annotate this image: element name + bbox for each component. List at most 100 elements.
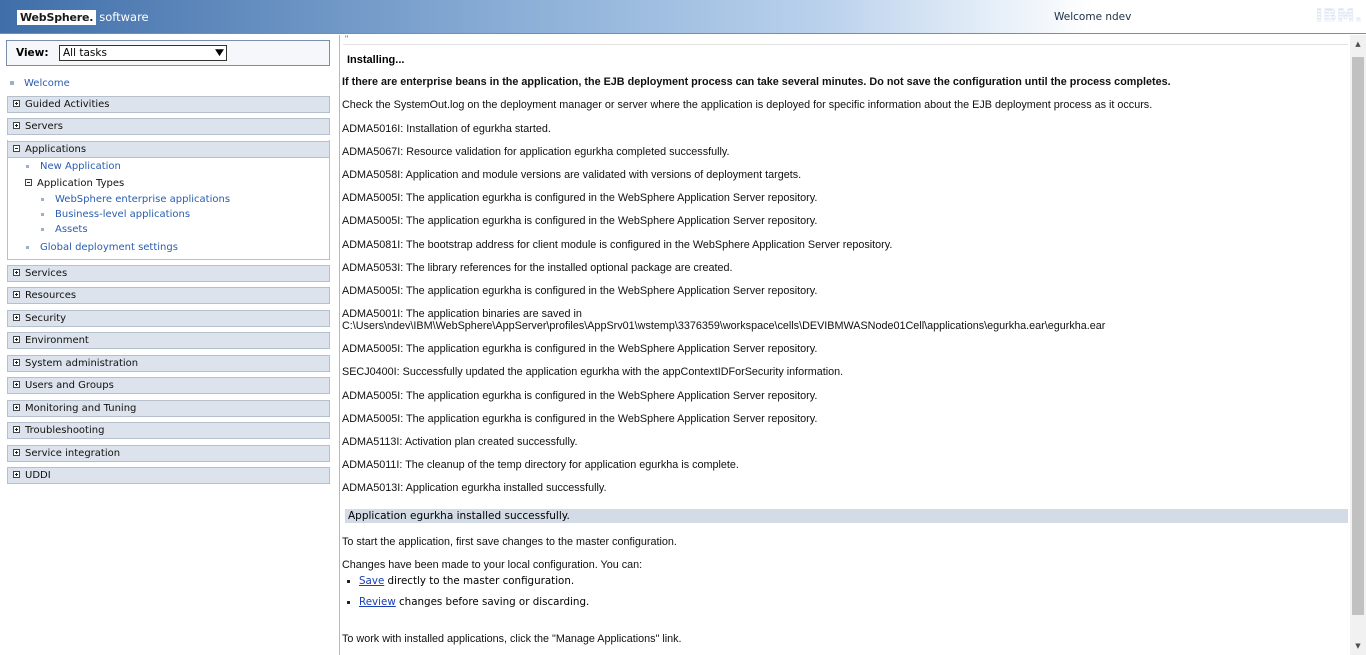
nav-group-application-types[interactable]: Application Types [25, 178, 124, 189]
nav-category-label: Monitoring and Tuning [25, 403, 137, 414]
log-message: ADMA5005I: The application egurkha is co… [342, 215, 818, 227]
expand-icon [13, 380, 20, 388]
log-message: ADMA5005I: The application egurkha is co… [342, 413, 818, 425]
review-link[interactable]: Review [359, 596, 396, 608]
review-option: Review changes before saving or discardi… [347, 596, 589, 608]
navigation-panel: View: All tasks ▼ Welcome Guided Activit… [0, 35, 340, 655]
log-message: ADMA5005I: The application egurkha is co… [342, 390, 818, 402]
expand-icon [13, 335, 20, 343]
divider [343, 44, 1348, 45]
nav-item-global-deployment-settings[interactable]: Global deployment settings [26, 242, 178, 253]
nav-category-label: UDDI [25, 470, 51, 481]
changes-notice: Changes have been made to your local con… [342, 559, 643, 571]
websphere-logo: WebSphere. software [17, 8, 149, 26]
vertical-scrollbar[interactable]: ▲ ▼ [1350, 35, 1366, 655]
expand-icon [13, 268, 20, 276]
nav-item-label: New Application [40, 161, 121, 172]
nav-category-troubleshooting[interactable]: Troubleshooting [7, 422, 330, 439]
ejb-warning: If there are enterprise beans in the app… [342, 76, 1171, 88]
content-pane: " Installing... If there are enterprise … [341, 35, 1350, 655]
nav-category-label: Services [25, 268, 68, 279]
ibm-logo: IBM. [1316, 6, 1363, 27]
bullet-icon [26, 164, 29, 168]
bullet-icon [26, 245, 29, 249]
nav-category-servers[interactable]: Servers [7, 118, 330, 135]
start-instructions: To start the application, first save cha… [342, 536, 677, 548]
install-success-banner: Application egurkha installed successful… [345, 509, 1348, 523]
top-tick: " [345, 35, 349, 44]
log-message: ADMA5067I: Resource validation for appli… [342, 146, 730, 158]
welcome-user-text: Welcome ndev [1054, 11, 1132, 23]
nav-category-label: Guided Activities [25, 99, 110, 110]
logo-brand: WebSphere. [17, 9, 97, 25]
save-option: Save directly to the master configuratio… [347, 575, 574, 587]
view-filter: View: All tasks ▼ [6, 40, 330, 66]
nav-item-label: WebSphere enterprise applications [55, 194, 231, 205]
nav-item-label: Global deployment settings [40, 242, 178, 253]
nav-category-label: Servers [25, 121, 64, 132]
nav-category-guided-activities[interactable]: Guided Activities [7, 96, 330, 113]
log-message: ADMA5016I: Installation of egurkha start… [342, 123, 551, 135]
log-message: ADMA5113I: Activation plan created succe… [342, 436, 578, 448]
nav-item-welcome-label: Welcome [24, 78, 70, 89]
chevron-down-icon: ▼ [215, 48, 225, 58]
nav-item-label: Assets [55, 224, 88, 235]
log-message-binaries: ADMA5001I: The application binaries are … [342, 308, 582, 320]
nav-item-welcome[interactable]: Welcome [10, 78, 70, 89]
nav-category-label: Troubleshooting [25, 425, 105, 436]
nav-item-label: Business-level applications [55, 209, 191, 220]
bullet-icon [41, 212, 44, 216]
nav-category-monitoring-and-tuning[interactable]: Monitoring and Tuning [7, 400, 330, 417]
nav-item-assets[interactable]: Assets [41, 224, 88, 235]
bullet-icon [347, 600, 350, 604]
nav-category-label: Resources [25, 290, 77, 301]
log-message: ADMA5005I: The application egurkha is co… [342, 285, 818, 297]
logo-product: software [99, 10, 149, 24]
nav-category-label: Environment [25, 335, 89, 346]
scroll-down-arrow-icon[interactable]: ▼ [1350, 637, 1366, 655]
review-option-text: changes before saving or discarding. [395, 596, 590, 608]
nav-item-websphere-enterprise-applications[interactable]: WebSphere enterprise applications [41, 194, 230, 205]
nav-item-business-level-applications[interactable]: Business-level applications [41, 209, 190, 220]
view-label: View: [16, 47, 49, 59]
nav-category-label: Security [25, 313, 67, 324]
save-link[interactable]: Save [359, 575, 384, 587]
applications-subtree: New Application Application Types WebSph… [7, 140, 330, 260]
expand-icon [13, 313, 20, 321]
binaries-path: C:\Users\ndev\IBM\WebSphere\AppServer\pr… [342, 320, 1106, 332]
collapse-icon [25, 178, 32, 186]
expand-icon [13, 290, 20, 298]
expand-icon [13, 425, 20, 433]
bullet-icon [10, 81, 14, 85]
help-link[interactable]: Help [1195, 11, 1219, 23]
installing-heading: Installing... [347, 54, 405, 66]
bullet-icon [347, 579, 350, 583]
expand-icon [13, 448, 20, 456]
view-select[interactable]: All tasks ▼ [59, 45, 227, 61]
log-message: ADMA5053I: The library references for th… [342, 262, 733, 274]
scrollbar-thumb[interactable] [1352, 57, 1364, 615]
scroll-up-arrow-icon[interactable]: ▲ [1350, 35, 1366, 53]
expand-icon [13, 470, 20, 478]
log-message: ADMA5005I: The application egurkha is co… [342, 343, 818, 355]
expand-icon [13, 99, 20, 107]
nav-item-label: Application Types [37, 178, 125, 189]
bullet-icon [41, 227, 44, 231]
nav-category-uddi[interactable]: UDDI [7, 467, 330, 484]
header-separator: | [1237, 10, 1241, 22]
nav-category-label: Service integration [25, 448, 121, 459]
nav-item-new-application[interactable]: New Application [26, 161, 121, 172]
nav-category-label: Users and Groups [25, 380, 114, 391]
nav-category-users-and-groups[interactable]: Users and Groups [7, 377, 330, 394]
manage-applications-hint: To work with installed applications, cli… [342, 633, 682, 645]
nav-category-resources[interactable]: Resources [7, 287, 330, 304]
nav-category-system-administration[interactable]: System administration [7, 355, 330, 372]
log-message: ADMA5005I: The application egurkha is co… [342, 192, 818, 204]
nav-category-environment[interactable]: Environment [7, 332, 330, 349]
logout-link[interactable]: Logout [1250, 11, 1286, 23]
nav-category-security[interactable]: Security [7, 310, 330, 327]
nav-category-services[interactable]: Services [7, 265, 330, 282]
nav-category-label: System administration [25, 358, 139, 369]
nav-category-service-integration[interactable]: Service integration [7, 445, 330, 462]
view-select-value: All tasks [63, 47, 107, 59]
